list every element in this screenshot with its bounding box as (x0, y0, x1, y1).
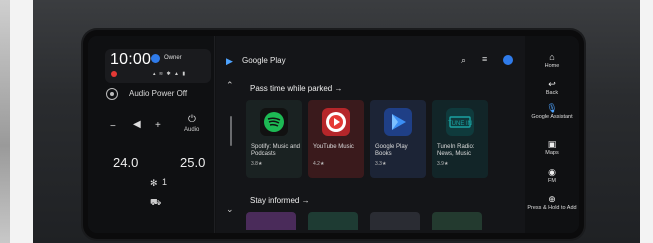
fan-speed[interactable]: 1 (162, 177, 167, 187)
infotainment-screen: 10:00 Owner ▴ ≋ ✱ ▲ ▮ Audio Power Off − … (88, 36, 579, 233)
app-card-partial[interactable] (246, 212, 296, 230)
volume-down-button[interactable]: − (110, 121, 116, 132)
app-rating: 3.3★ (375, 161, 387, 167)
app-name: TuneIn Radio: News, Music (437, 144, 475, 157)
google-play-logo-icon: ▶ (226, 56, 233, 66)
temperature-left[interactable]: 24.0 (113, 155, 138, 170)
add-icon: ⊕ (548, 194, 556, 204)
app-rating: 4.2★ (313, 161, 325, 167)
audio-power-status: Audio Power Off (129, 89, 188, 98)
rail-label: Maps (545, 150, 559, 156)
app-name: Spotify: Music and Podcasts (251, 144, 301, 157)
youtube-music-icon (322, 108, 350, 136)
play-books-icon (384, 108, 412, 136)
climate-panel: 10:00 Owner ▴ ≋ ✱ ▲ ▮ Audio Power Off − … (88, 36, 215, 233)
mic-indicator-icon (111, 71, 117, 77)
gap-background (10, 0, 33, 243)
scrollbar-thumb[interactable] (230, 116, 232, 146)
app-name: YouTube Music (313, 144, 354, 150)
photo-scene: 10:00 Owner ▴ ≋ ✱ ▲ ▮ Audio Power Off − … (0, 0, 653, 243)
volume-up-button[interactable]: + (155, 120, 161, 131)
app-card-partial[interactable] (432, 212, 482, 230)
app-rating: 3.8★ (251, 161, 263, 167)
rail-home[interactable]: ⌂ Home (525, 52, 579, 69)
section-title-parked[interactable]: Pass time while parked → (250, 84, 343, 93)
app-card-play-books[interactable]: Google Play Books 3.3★ (370, 100, 426, 178)
account-avatar[interactable] (503, 55, 513, 65)
audio-power-button[interactable]: ⏻ (188, 114, 196, 125)
app-title: Google Play (242, 56, 286, 65)
speaker-icon: ◀ (133, 119, 141, 130)
section-title-informed[interactable]: Stay informed → (250, 196, 310, 205)
audio-source-icon (106, 88, 118, 100)
left-background (0, 0, 10, 243)
app-card-partial[interactable] (308, 212, 358, 230)
rail-label: FM (548, 178, 556, 184)
map-icon: ▣ (547, 139, 557, 149)
rail-label: Back (545, 90, 559, 96)
fan-icon: ✻ (150, 178, 158, 188)
back-icon: ↩ (548, 79, 556, 89)
search-icon[interactable]: ⌕ (461, 55, 466, 66)
rail-fm[interactable]: ◉ FM (525, 167, 579, 184)
status-card[interactable]: 10:00 Owner ▴ ≋ ✱ ▲ ▮ (105, 49, 211, 83)
rail-label: Google Assistant (531, 114, 573, 120)
rail-label: Press & Hold to Add (527, 205, 577, 211)
clock: 10:00 (110, 51, 152, 68)
app-card-youtube-music[interactable]: YouTube Music 4.2★ (308, 100, 364, 178)
mic-icon: 🎙 (546, 103, 558, 113)
home-icon: ⌂ (549, 52, 555, 62)
tunein-icon: TUNE IN (446, 108, 474, 136)
radio-icon: ◉ (548, 167, 556, 177)
menu-icon[interactable]: ≡ (482, 54, 487, 64)
user-avatar-icon (151, 54, 160, 63)
rail-back[interactable]: ↩ Back (525, 79, 579, 96)
car-recirculation-icon[interactable]: ⛟ (150, 197, 161, 209)
section-title-text: Pass time while parked (250, 84, 333, 93)
navigation-rail: ⌂ Home ↩ Back 🎙 Google Assistant ▣ Maps … (525, 36, 579, 233)
rail-maps[interactable]: ▣ Maps (525, 139, 579, 156)
app-card-tunein[interactable]: TUNE IN TuneIn Radio: News, Music 3.9★ (432, 100, 488, 178)
rail-label: Home (544, 63, 560, 69)
svg-text:TUNE IN: TUNE IN (448, 121, 472, 127)
spotify-icon (260, 108, 288, 136)
section-title-text: Stay informed (250, 196, 300, 205)
app-card-partial[interactable] (370, 212, 420, 230)
rail-add[interactable]: ⊕ Press & Hold to Add (525, 194, 579, 211)
google-play-panel: ▶ Google Play ⌕ ≡ ⌃ ⌄ Pass time while pa… (216, 36, 525, 233)
temperature-right[interactable]: 25.0 (180, 155, 205, 170)
right-background (640, 0, 653, 243)
scroll-down-icon[interactable]: ⌄ (226, 204, 234, 215)
user-name: Owner (164, 55, 182, 61)
app-rating: 3.9★ (437, 161, 449, 167)
app-name: Google Play Books (375, 144, 408, 157)
audio-power-row[interactable]: Audio Power Off (102, 86, 212, 104)
rail-google-assistant[interactable]: 🎙 Google Assistant (525, 103, 579, 120)
app-card-spotify[interactable]: Spotify: Music and Podcasts 3.8★ (246, 100, 302, 178)
system-status-icons: ▴ ≋ ✱ ▲ ▮ (153, 71, 187, 77)
scroll-up-icon[interactable]: ⌃ (226, 80, 234, 91)
audio-label: Audio (184, 127, 200, 133)
